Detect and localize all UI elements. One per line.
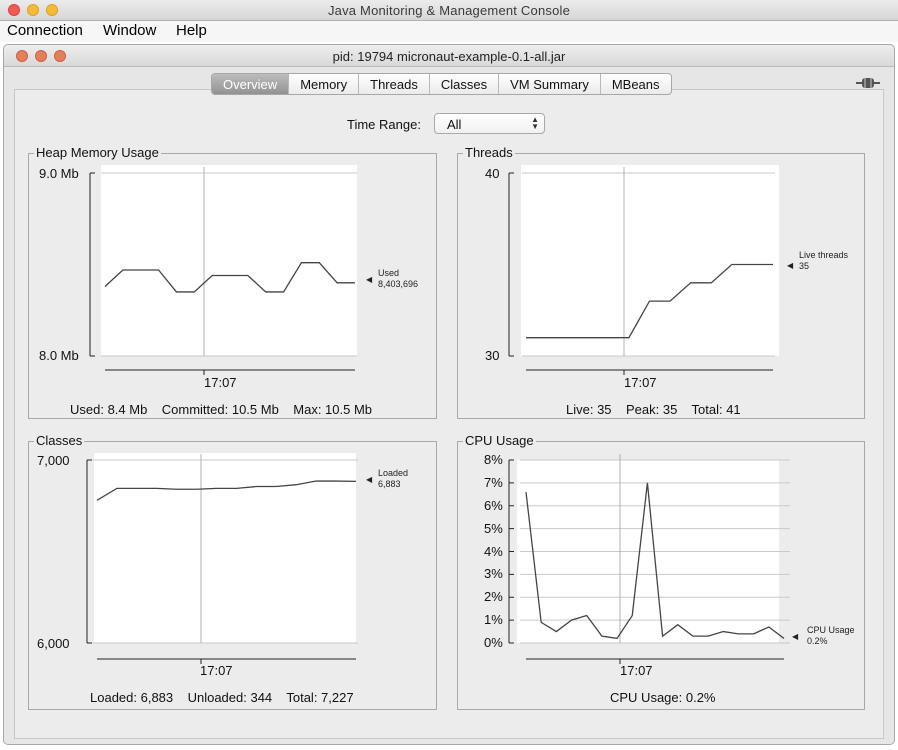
cpu-legend-name: CPU Usage (807, 625, 855, 635)
cpu-time-label: 17:07 (620, 663, 653, 678)
cpu-legend: ◀ CPU Usage 0.2% (792, 625, 855, 647)
cpu-summary: CPU Usage: 0.2% (610, 690, 716, 705)
legend-arrow-icon: ◀ (792, 632, 799, 641)
cpu-chart (508, 454, 790, 664)
cpu-legend-value: 0.2% (807, 636, 828, 646)
